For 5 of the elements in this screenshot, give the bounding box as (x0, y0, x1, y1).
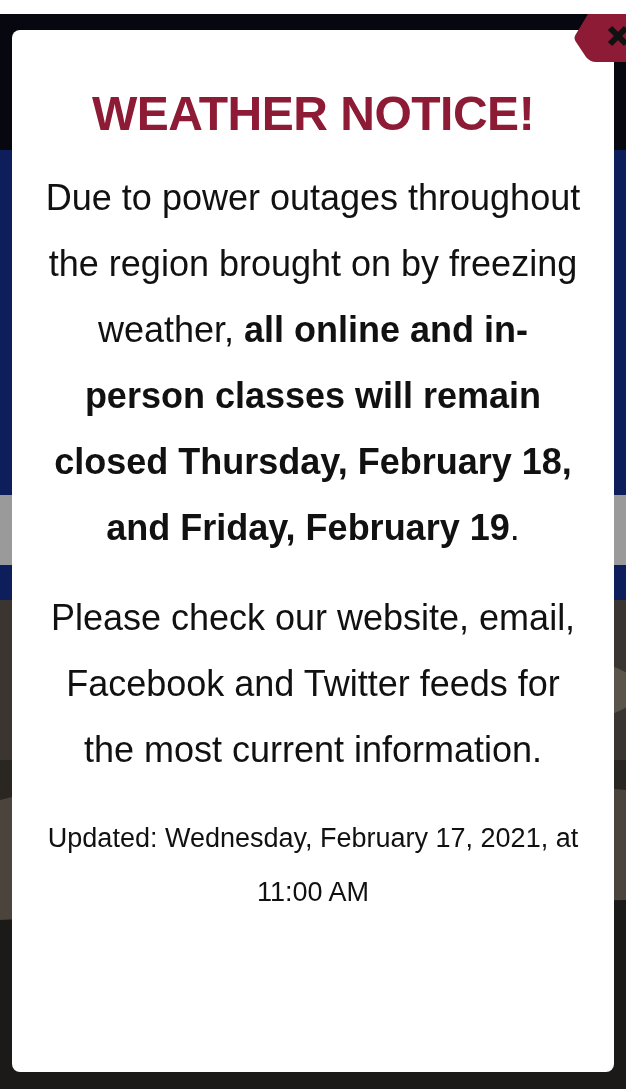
close-button[interactable] (574, 14, 626, 62)
notice-paragraph: Please check our website, email, Facebook and Twitter feeds for the most current information. (49, 596, 577, 772)
updated-text: Updated: Wednesday, February 17, 2021, at 11:00 AM (46, 822, 580, 909)
notice-paragraph: Due to power outages throughout the region brought on by freezing weather, all online and in-person classes will remain closed Thursday, February 18, and Friday, February 19. (44, 176, 582, 550)
dialog-title: WEATHER NOTICE! (91, 86, 535, 141)
